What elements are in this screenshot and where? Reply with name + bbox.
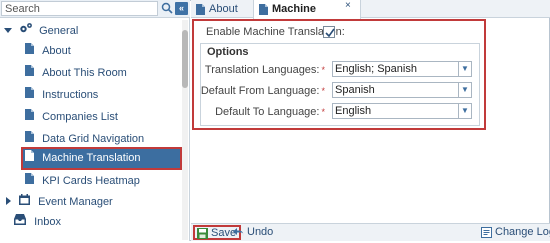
tree-item-kpi-cards-heatmap[interactable]: KPI Cards Heatmap [25,172,140,190]
search-bar: « [0,0,190,18]
tree-item-instructions[interactable]: Instructions [25,86,98,104]
tree-item-about-this-room[interactable]: About This Room [25,64,127,82]
tree-label: Event Manager [38,196,113,209]
tree-label: Data Grid Navigation [42,133,145,146]
caret-down-icon[interactable] [4,22,12,40]
search-input[interactable] [1,1,158,16]
undo-label: Undo [247,226,274,238]
document-icon [25,42,34,60]
tree-item-companies-list[interactable]: Companies List [25,108,118,126]
default-from-language-select[interactable]: Spanish ▼ [332,82,472,98]
enable-machine-translation-checkbox[interactable] [323,26,335,38]
checkmark-icon [325,28,335,38]
options-title: Options [207,46,249,58]
chevron-down-icon[interactable]: ▼ [458,83,471,97]
tree-label: About This Room [42,67,127,80]
sidebar: « General About About This Room Instruct… [0,0,190,241]
change-log-label: Change Log [495,226,550,238]
collapse-sidebar-button[interactable]: « [175,2,188,15]
translation-languages-select[interactable]: English; Spanish ▼ [332,61,472,77]
tree-node-general[interactable]: General [4,22,78,40]
default-to-language-select[interactable]: English ▼ [332,103,472,119]
tree-label: General [39,25,79,38]
undo-button[interactable]: Undo [233,226,273,238]
tree-label: KPI Cards Heatmap [42,175,140,188]
close-tab-icon[interactable]: × [345,0,351,11]
tree-item-data-grid-navigation[interactable]: Data Grid Navigation [25,130,144,148]
change-log-button[interactable]: Change Log [481,226,550,238]
changelog-icon [481,227,492,241]
options-group: Options Translation Languages: * English;… [200,43,480,126]
document-icon [25,172,34,190]
sidebar-scrollbar[interactable] [182,20,188,240]
undo-arrow-icon [233,227,244,240]
select-value: Spanish [335,84,375,96]
default-from-language-label: Default From Language: * [200,85,325,97]
tree-item-machine-translation[interactable]: Machine Translation [21,147,182,170]
tab-bar: About Machine Translation × [191,0,550,33]
select-value: English; Spanish [335,63,417,75]
translation-languages-label: Translation Languages: * [204,64,325,76]
default-to-language-label: Default To Language: * [215,106,325,118]
document-icon [25,149,34,167]
document-icon [25,86,34,104]
select-value: English [335,105,372,117]
gears-icon [19,22,33,40]
tab-about[interactable]: About [191,0,253,18]
action-footer: Save Undo Change Log [191,223,550,241]
scrollbar-thumb[interactable] [182,30,188,88]
tree-label: About [42,45,71,58]
tree-node-inbox[interactable]: Inbox [14,213,61,231]
tree-label: Companies List [42,111,118,124]
search-icon[interactable] [161,2,173,15]
tree-node-event-manager[interactable]: Event Manager [4,193,113,211]
tree-label: Machine Translation [42,152,141,165]
chevron-down-icon[interactable]: ▼ [458,62,471,76]
machine-translation-settings: Enable Machine Translation: Options Tran… [192,19,486,130]
document-icon [25,108,34,126]
chevron-down-icon[interactable]: ▼ [458,104,471,118]
calendar-icon [19,193,31,211]
tree-label: Inbox [34,216,61,229]
document-icon [25,130,34,148]
inbox-icon [14,213,26,231]
tree-label: Instructions [42,89,99,102]
document-icon [25,64,34,82]
tree-item-about[interactable]: About [25,42,71,60]
tab-label: About [209,3,238,15]
caret-right-icon[interactable] [4,193,12,211]
